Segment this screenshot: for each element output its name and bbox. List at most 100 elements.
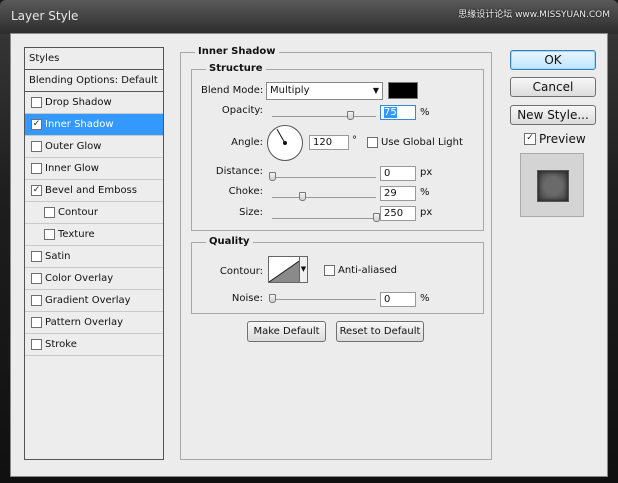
contour-label: Contour: (219, 266, 263, 277)
style-item-contour[interactable]: Contour (25, 202, 163, 224)
style-item-bevel-and-emboss[interactable]: ✓ Bevel and Emboss (25, 180, 163, 202)
style-item-label: Inner Shadow (45, 119, 114, 130)
window-title: Layer Style (11, 9, 79, 23)
style-checkbox-drop-shadow[interactable] (31, 97, 42, 108)
style-item-outer-glow[interactable]: Outer Glow (25, 136, 163, 158)
style-item-drop-shadow[interactable]: Drop Shadow (25, 92, 163, 114)
angle-unit: ° (352, 135, 357, 146)
style-checkbox-color-overlay[interactable] (31, 273, 42, 284)
choke-input[interactable]: 29 (380, 186, 416, 201)
style-checkbox-inner-shadow[interactable]: ✓ (31, 119, 42, 130)
chevron-down-icon: ▼ (300, 265, 307, 273)
style-item-label: Stroke (45, 339, 77, 350)
noise-input[interactable]: 0 (380, 292, 416, 307)
style-item-label: Satin (45, 251, 71, 262)
size-unit: px (420, 207, 433, 218)
watermark: 思缘设计论坛 www.MISSYUAN.COM (458, 10, 610, 20)
style-checkbox-outer-glow[interactable] (31, 141, 42, 152)
style-item-label: Inner Glow (45, 163, 99, 174)
make-default-button[interactable]: Make Default (247, 321, 326, 342)
contour-dropdown-button[interactable]: ▼ (299, 256, 308, 283)
style-checkbox-satin[interactable] (31, 251, 42, 262)
size-value: 250 (384, 208, 404, 219)
distance-slider-thumb[interactable] (269, 172, 276, 181)
noise-slider-thumb[interactable] (269, 294, 276, 303)
choke-slider-thumb[interactable] (299, 192, 307, 201)
style-preview-thumbnail (520, 153, 584, 217)
noise-unit: % (420, 293, 430, 304)
angle-dial[interactable] (267, 125, 303, 161)
distance-label: Distance: (215, 166, 263, 177)
style-item-label: Bevel and Emboss (45, 185, 137, 196)
choke-label: Choke: (228, 186, 263, 197)
shadow-color-swatch[interactable] (388, 82, 418, 99)
preview-label: Preview (539, 132, 586, 146)
preview-checkbox[interactable]: ✓ (524, 133, 536, 145)
quality-title: Quality (206, 236, 253, 248)
style-item-gradient-overlay[interactable]: Gradient Overlay (25, 290, 163, 312)
title-bar[interactable]: Layer Style 思缘设计论坛 www.MISSYUAN.COM (0, 0, 618, 34)
new-style-button[interactable]: New Style... (510, 105, 596, 125)
use-global-light-checkbox[interactable] (367, 137, 378, 148)
opacity-input[interactable]: 75 (380, 105, 416, 120)
style-item-blending-options-default[interactable]: Blending Options: Default (25, 70, 163, 92)
cancel-button[interactable]: Cancel (510, 77, 596, 97)
styles-list: Styles Blending Options: Default Drop Shad… (24, 47, 164, 460)
opacity-unit: % (420, 107, 430, 118)
dialog-body: Styles Blending Options: Default Drop Shad… (10, 33, 608, 477)
opacity-slider-thumb[interactable] (347, 111, 354, 120)
inner-shadow-title: Inner Shadow (195, 46, 279, 58)
style-item-inner-glow[interactable]: Inner Glow (25, 158, 163, 180)
blend-mode-select[interactable]: Multiply ▼ (266, 82, 383, 100)
ok-button[interactable]: OK (510, 50, 596, 70)
reset-to-default-button[interactable]: Reset to Default (336, 321, 424, 342)
use-global-light-label: Use Global Light (381, 137, 463, 148)
choke-value: 29 (384, 188, 397, 199)
style-item-label: Outer Glow (45, 141, 102, 152)
noise-slider-track[interactable] (272, 299, 376, 300)
style-item-label: Color Overlay (45, 273, 114, 284)
style-item-label: Contour (58, 207, 98, 218)
chevron-down-icon: ▼ (372, 86, 379, 95)
anti-aliased-label: Anti-aliased (338, 265, 398, 276)
angle-dial-center (283, 141, 287, 145)
style-item-label: Gradient Overlay (45, 295, 131, 306)
style-checkbox-stroke[interactable] (31, 339, 42, 350)
style-checkbox-gradient-overlay[interactable] (31, 295, 42, 306)
distance-slider-track[interactable] (272, 177, 376, 178)
angle-input[interactable]: 120 (309, 135, 349, 150)
style-item-label: Blending Options: Default (29, 75, 158, 86)
choke-unit: % (420, 187, 430, 198)
style-item-stroke[interactable]: Stroke (25, 334, 163, 356)
size-slider-track[interactable] (272, 218, 376, 219)
style-item-styles[interactable]: Styles (25, 48, 163, 70)
size-slider-thumb[interactable] (373, 213, 380, 222)
size-label: Size: (239, 207, 263, 218)
style-checkbox-inner-glow[interactable] (31, 163, 42, 174)
style-item-pattern-overlay[interactable]: Pattern Overlay (25, 312, 163, 334)
preview-swatch (537, 170, 569, 202)
angle-value: 120 (313, 137, 333, 148)
style-item-texture[interactable]: Texture (25, 224, 163, 246)
style-item-label: Texture (58, 229, 95, 240)
style-item-label: Styles (29, 53, 60, 64)
blend-mode-value: Multiply (270, 85, 310, 96)
choke-slider-track[interactable] (272, 197, 376, 198)
style-checkbox-bevel-and-emboss[interactable]: ✓ (31, 185, 42, 196)
distance-input[interactable]: 0 (380, 166, 416, 181)
style-checkbox-contour[interactable] (44, 207, 55, 218)
size-input[interactable]: 250 (380, 206, 416, 221)
style-item-satin[interactable]: Satin (25, 246, 163, 268)
style-checkbox-texture[interactable] (44, 229, 55, 240)
style-item-label: Pattern Overlay (45, 317, 124, 328)
blend-mode-label: Blend Mode: (201, 85, 264, 96)
style-checkbox-pattern-overlay[interactable] (31, 317, 42, 328)
noise-value: 0 (384, 294, 391, 305)
style-item-color-overlay[interactable]: Color Overlay (25, 268, 163, 290)
style-item-label: Drop Shadow (45, 97, 112, 108)
style-item-inner-shadow[interactable]: ✓ Inner Shadow (25, 114, 163, 136)
anti-aliased-checkbox[interactable] (324, 265, 335, 276)
opacity-slider-track[interactable] (272, 116, 376, 117)
noise-label: Noise: (231, 293, 263, 304)
angle-label: Angle: (231, 137, 263, 148)
